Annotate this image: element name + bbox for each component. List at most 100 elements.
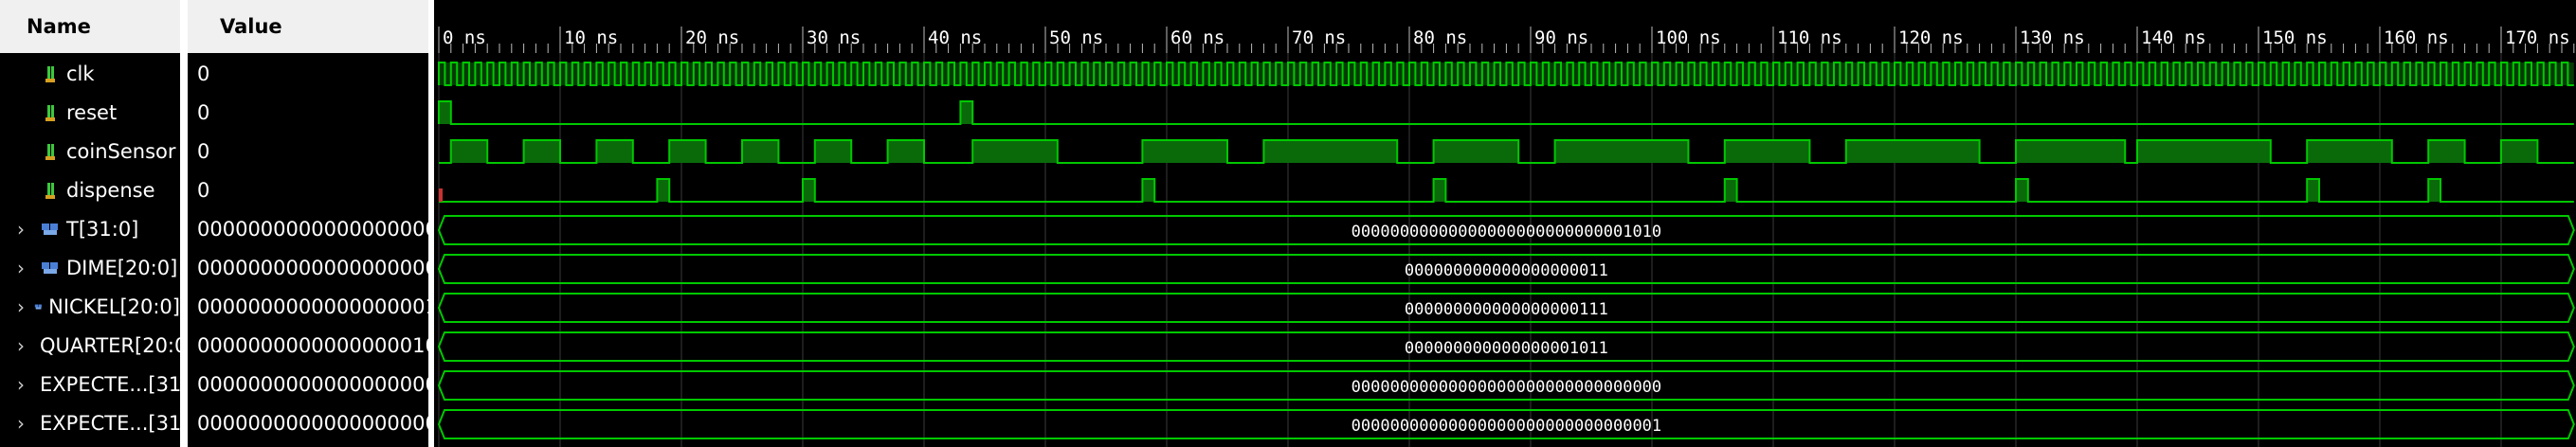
signal-name-cell[interactable]: coinSensor xyxy=(0,133,180,170)
signal-row[interactable]: › NICKEL[20:0] 000000000000000000111 xyxy=(0,288,428,326)
bit-signal-icon xyxy=(45,66,55,82)
signal-value-cell: 0 xyxy=(197,140,210,163)
bus-value-label: 000000000000000000011 xyxy=(1405,261,1608,280)
ruler-time-label: 140 ns xyxy=(2141,27,2206,48)
signal-row[interactable]: › DIME[20:0] 000000000000000000011 xyxy=(0,249,428,287)
ruler-time-label: 70 ns xyxy=(1292,27,1346,48)
coinSensor-high-fill xyxy=(742,140,779,163)
ruler-time-label: 90 ns xyxy=(1534,27,1588,48)
bus-value-label: 000000000000000001011 xyxy=(1405,339,1608,358)
signal-row[interactable]: dispense 0 xyxy=(0,171,428,209)
dispense-high-fill xyxy=(657,179,670,202)
signal-name-cell[interactable]: reset xyxy=(0,94,180,132)
expand-chevron-icon[interactable]: › xyxy=(17,295,25,318)
signal-value-cell: 0 xyxy=(197,63,210,85)
coinSensor-high-fill xyxy=(450,140,488,163)
ruler-time-label: 20 ns xyxy=(685,27,739,48)
signal-value-cell: 00000000000000000000000000000000 xyxy=(197,373,428,396)
coinSensor-high-fill xyxy=(1845,140,1980,163)
signal-value-cell: 00000000000000000000000000000001 xyxy=(197,412,428,435)
coinSensor-high-fill xyxy=(1554,140,1689,163)
signal-name-cell[interactable]: › EXPECTE...[31:0] xyxy=(0,366,180,403)
waveform-canvas[interactable]: 0 ns 10 ns 20 ns 30 ns 40 ns 50 ns 60 ns 70 ns 8… xyxy=(434,0,2576,447)
ruler-time-label: 30 ns xyxy=(807,27,861,48)
dispense-high-fill xyxy=(2307,179,2319,202)
waveform-panel[interactable]: 0 ns 10 ns 20 ns 30 ns 40 ns 50 ns 60 ns 70 ns 8… xyxy=(434,0,2576,447)
coinSensor-high-fill xyxy=(596,140,633,163)
time-ruler[interactable] xyxy=(434,0,2576,53)
dispense-high-fill xyxy=(2428,179,2440,202)
bus-signal-icon xyxy=(34,304,42,310)
signal-name-cell[interactable]: dispense xyxy=(0,171,180,209)
ruler-time-label: 100 ns xyxy=(1656,27,1721,48)
signal-name-cell[interactable]: clk xyxy=(0,55,180,93)
signal-name-cell[interactable]: › NICKEL[20:0] xyxy=(0,288,180,326)
dispense-high-fill xyxy=(1433,179,1446,202)
coinSensor-high-fill xyxy=(2137,140,2271,163)
signal-list-panel: Name Value clk 0 reset 0 coinSensor 0 dispense… xyxy=(0,0,428,447)
ruler-time-label: 0 ns xyxy=(443,27,486,48)
signal-value-cell: 0 xyxy=(197,179,210,202)
ruler-time-label: 170 ns xyxy=(2505,27,2570,48)
signal-name-cell[interactable]: › DIME[20:0] xyxy=(0,249,180,287)
expand-chevron-icon[interactable]: › xyxy=(17,218,30,241)
bit-signal-icon xyxy=(45,105,55,121)
bus-value-label: 000000000000000000111 xyxy=(1405,300,1608,319)
coinSensor-high-fill xyxy=(887,140,924,163)
dispense-high-fill xyxy=(1142,179,1155,202)
expand-chevron-icon[interactable]: › xyxy=(17,373,25,396)
signal-row[interactable]: › QUARTER[20:0] 000000000000000001011 xyxy=(0,327,428,365)
signal-row[interactable]: › EXPECTE...[31:0] 00000000000000000000000… xyxy=(0,366,428,403)
signal-row[interactable]: coinSensor 0 xyxy=(0,133,428,170)
waveform-viewer: { "columns": { "name_header": "Name", "v… xyxy=(0,0,2576,447)
coinSensor-high-fill xyxy=(1263,140,1398,163)
signal-name-label: EXPECTE...[31:0] xyxy=(40,373,180,396)
name-column-header[interactable]: Name xyxy=(0,0,180,53)
signal-name-label: coinSensor xyxy=(66,140,176,163)
dispense-waveform[interactable] xyxy=(439,178,2574,203)
coinSensor-high-fill xyxy=(669,140,706,163)
bit-signal-icon xyxy=(45,144,55,160)
signal-name-label: reset xyxy=(66,101,118,124)
signal-name-label: QUARTER[20:0] xyxy=(40,334,180,357)
ruler-time-label: 10 ns xyxy=(564,27,618,48)
reset-waveform[interactable] xyxy=(438,100,2574,125)
signal-name-label: EXPECTE...[31:0] xyxy=(40,412,180,435)
coinSensor-high-fill xyxy=(1142,140,1227,163)
coinSensor-high-fill xyxy=(2307,140,2392,163)
ruler-time-label: 50 ns xyxy=(1049,27,1103,48)
signal-name-label: T[31:0] xyxy=(66,218,139,241)
dispense-high-fill xyxy=(2016,179,2028,202)
ruler-time-label: 150 ns xyxy=(2262,27,2328,48)
reset-high-fill xyxy=(439,101,451,124)
signal-name-cell[interactable]: › QUARTER[20:0] xyxy=(0,327,180,365)
coinSensor-high-fill xyxy=(1724,140,1810,163)
dispense-high-fill xyxy=(803,179,815,202)
bus-signal-icon xyxy=(42,262,58,274)
signal-name-label: NICKEL[20:0] xyxy=(48,295,180,318)
signal-value-cell: 00000000000000000000000000001010 xyxy=(197,218,428,241)
signal-row[interactable]: › T[31:0] 00000000000000000000000000001010 xyxy=(0,210,428,248)
signal-row[interactable]: reset 0 xyxy=(0,94,428,132)
signal-row[interactable]: › EXPECTE...[31:0] 00000000000000000000000… xyxy=(0,404,428,442)
bus-value-label: 00000000000000000000000000000001 xyxy=(1351,417,1662,436)
expand-chevron-icon[interactable]: › xyxy=(17,412,25,435)
expand-chevron-icon[interactable]: › xyxy=(17,257,30,279)
signal-name-cell[interactable]: › T[31:0] xyxy=(0,210,180,248)
signal-value-cell: 0 xyxy=(197,101,210,124)
ruler-time-label: 120 ns xyxy=(1898,27,1964,48)
expand-chevron-icon[interactable]: › xyxy=(17,334,25,357)
signal-value-cell: 000000000000000000011 xyxy=(197,257,428,279)
signal-row[interactable]: clk 0 xyxy=(0,55,428,93)
value-column-header[interactable]: Value xyxy=(188,0,428,53)
signal-name-cell[interactable]: › EXPECTE...[31:0] xyxy=(0,404,180,442)
signal-value-cell: 000000000000000000111 xyxy=(197,295,428,318)
column-divider[interactable] xyxy=(180,0,188,447)
coinSensor-high-fill xyxy=(2428,140,2465,163)
signal-name-label: dispense xyxy=(66,179,155,202)
ruler-time-label: 40 ns xyxy=(928,27,982,48)
signal-value-cell: 000000000000000001011 xyxy=(197,334,428,357)
ruler-time-label: 60 ns xyxy=(1170,27,1225,48)
coinSensor-high-fill xyxy=(523,140,560,163)
ruler-time-label: 80 ns xyxy=(1413,27,1467,48)
